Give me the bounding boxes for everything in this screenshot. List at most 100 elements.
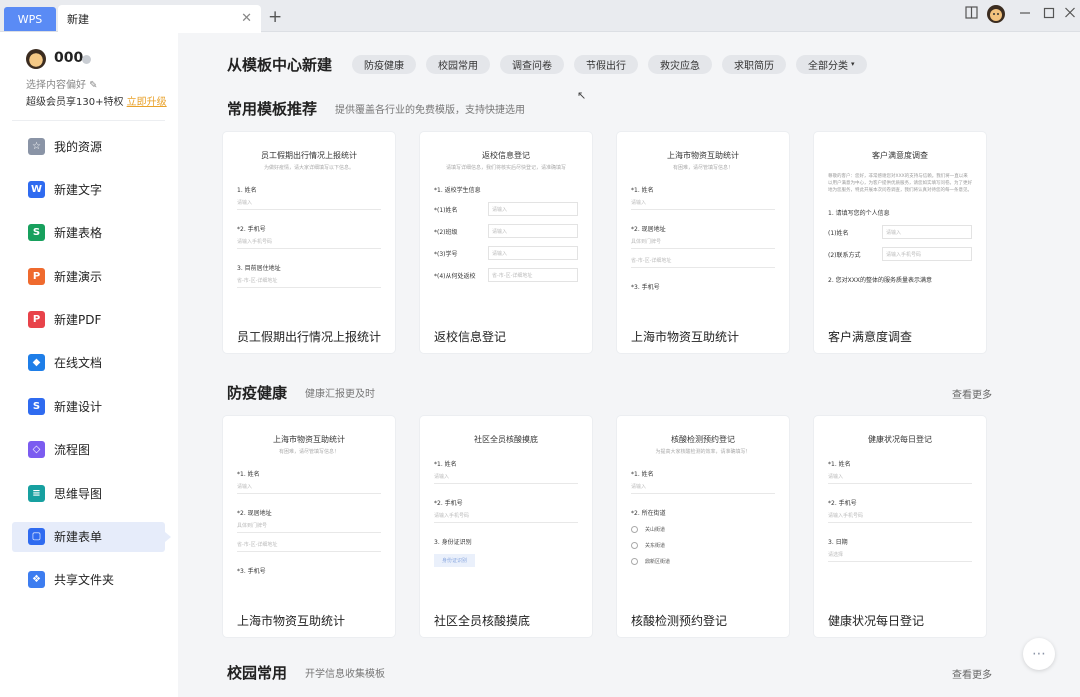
category-chip-label: 节假出行 bbox=[586, 60, 627, 72]
preview-question: *3. 手机号 bbox=[237, 568, 266, 575]
preview-upload-button: 身份证识别 bbox=[434, 554, 476, 567]
preview-question: *2. 现居地址 bbox=[237, 510, 272, 517]
online-doc-icon: ◆ bbox=[28, 354, 45, 372]
sidebar-item-label: 新建演示 bbox=[54, 269, 103, 284]
chat-support-button[interactable]: ⋯ bbox=[1023, 638, 1055, 670]
preview-title: 健康状况每日登记 bbox=[868, 435, 932, 444]
shared-folder-icon: ❖ bbox=[28, 571, 45, 589]
username: 000 bbox=[54, 50, 84, 66]
sidebar-item-shared-folder[interactable]: ❖ 共享文件夹 bbox=[12, 565, 165, 595]
sidebar-item-spreadsheet[interactable]: S 新建表格 bbox=[12, 218, 165, 248]
preview-text: 鼎新区街道 bbox=[645, 559, 671, 565]
preview-title: 上海市物资互助统计 bbox=[273, 435, 345, 444]
template-card[interactable]: 社区全员核酸摸底 *1. 姓名 请输入 *2. 手机号 请输入手机号码 3. 身份证识别… bbox=[420, 416, 592, 637]
category-chip[interactable]: 节假出行 bbox=[574, 54, 639, 74]
preview-question: *1. 姓名 bbox=[237, 471, 260, 478]
template-card[interactable]: 上海市物资互助统计 有困难，请尽管填写信息！ *1. 姓名 请输入 *2. 现居地址… bbox=[617, 132, 789, 353]
preview-text: (2)联系方式 bbox=[828, 251, 861, 259]
preview-question: 1. 姓名 bbox=[237, 187, 257, 194]
preview-input: 请输入 bbox=[488, 224, 578, 238]
minimize-icon[interactable] bbox=[1019, 6, 1031, 23]
sidebar-item-presentation[interactable]: P 新建演示 bbox=[12, 261, 165, 291]
user-avatar-icon[interactable] bbox=[987, 5, 1005, 27]
preview-title: 社区全员核酸摸底 bbox=[474, 435, 538, 444]
category-chip[interactable]: 调查问卷 bbox=[500, 54, 565, 74]
sidebar: 000 选择内容偏好 ✎ 超级会员享130+特权 立即升级 ☆ 我的资源 W 新建文字… bbox=[0, 32, 178, 697]
preview-question: *2. 现居地址 bbox=[631, 226, 666, 233]
close-icon[interactable]: ✕ bbox=[241, 11, 252, 26]
sidebar-item-writer[interactable]: W 新建文字 bbox=[12, 174, 165, 204]
category-chip[interactable]: 求职简历 bbox=[722, 54, 787, 74]
preview-question: *2. 手机号 bbox=[237, 226, 266, 233]
preview-question: 2. 您对XXX的整体的服务质量表示满意 bbox=[828, 277, 932, 284]
category-chip-label: 求职简历 bbox=[734, 60, 775, 72]
window-close-icon[interactable] bbox=[1064, 6, 1076, 23]
preview-input: 具体到门牌号 bbox=[237, 522, 381, 533]
sidebar-item-online-doc[interactable]: ◆ 在线文档 bbox=[12, 348, 165, 378]
category-chip[interactable]: 救灾应急 bbox=[648, 54, 713, 74]
preview-input: 省-市-区-详细地址 bbox=[237, 541, 381, 552]
section-header: 校园常用 开学信息收集模板 bbox=[227, 660, 1047, 684]
pdf-icon: P bbox=[28, 311, 45, 329]
preview-description: 有困难，请尽管填写信息！ bbox=[278, 449, 339, 455]
template-card[interactable]: 上海市物资互助统计 有困难，请尽管填写信息！ *1. 姓名 请输入 *2. 现居地址… bbox=[223, 416, 395, 637]
preview-input: 请输入 bbox=[631, 483, 775, 494]
preview-question: *1. 姓名 bbox=[631, 187, 654, 194]
category-chip-label: 调查问卷 bbox=[512, 60, 553, 72]
section-subtitle: 健康汇报更及时 bbox=[305, 388, 376, 400]
sidebar-item-mindmap[interactable]: ≡ 思维导图 bbox=[12, 478, 165, 508]
preview-input: 请输入 bbox=[828, 473, 972, 484]
template-preview: 客户满意度调查 尊敬的客户：您好，非常感谢您对XXX的支持与信赖。我们将一直以来… bbox=[814, 132, 986, 315]
spreadsheet-icon: S bbox=[28, 224, 45, 242]
preview-question: *1. 姓名 bbox=[631, 471, 654, 478]
category-chips: 防疫健康 校园常用 调查问卷 节假出行 救灾应急 求职简历 全部分类 ▾ bbox=[352, 54, 877, 74]
template-card[interactable]: 返校信息登记 请填写详细信息，我们将核实后尽快登记，请准确填写 *1. 返校学生… bbox=[420, 132, 592, 353]
template-preview: 上海市物资互助统计 有困难，请尽管填写信息！ *1. 姓名 请输入 *2. 现居地址… bbox=[223, 416, 395, 599]
category-chip[interactable]: 防疫健康 bbox=[352, 54, 417, 74]
preview-title: 核酸检测预约登记 bbox=[671, 435, 735, 444]
sidebar-item-pdf[interactable]: P 新建PDF bbox=[12, 305, 165, 335]
category-chip-label: 防疫健康 bbox=[364, 60, 405, 72]
section-header: 防疫健康 健康汇报更及时 bbox=[227, 380, 1047, 404]
view-more-link[interactable]: 查看更多 bbox=[952, 666, 992, 681]
maximize-icon[interactable] bbox=[1043, 6, 1055, 23]
sidebar-item-flowchart[interactable]: ◇ 流程图 bbox=[12, 435, 165, 465]
template-preview: 上海市物资互助统计 有困难，请尽管填写信息！ *1. 姓名 请输入 *2. 现居地址… bbox=[617, 132, 789, 315]
layout-icon[interactable] bbox=[965, 6, 978, 23]
preview-input: 省-市-区-详细地址 bbox=[631, 257, 775, 268]
template-title: 上海市物资互助统计 bbox=[631, 330, 740, 344]
category-chip-label: 救灾应急 bbox=[660, 60, 701, 72]
preview-input: 请输入 bbox=[882, 225, 972, 239]
preview-description: 请填写详细信息，我们将核实后尽快登记，请准确填写 bbox=[445, 165, 566, 171]
sidebar-item-label: 流程图 bbox=[54, 443, 91, 458]
preview-radio: 关山街道 bbox=[631, 526, 775, 533]
add-tab-icon[interactable]: + bbox=[268, 8, 282, 26]
preview-question: *2. 手机号 bbox=[434, 500, 463, 507]
preview-input: 请输入 bbox=[237, 199, 381, 210]
category-chip[interactable]: 全部分类 ▾ bbox=[796, 54, 867, 74]
design-icon: S bbox=[28, 397, 45, 415]
preview-question: 3. 日期 bbox=[828, 539, 848, 546]
template-card[interactable]: 员工假期出行情况上报统计 为做好疫情，请大家详细填写以下信息。 1. 姓名 请输入… bbox=[223, 132, 395, 353]
sidebar-item-label: 新建设计 bbox=[54, 399, 103, 414]
avatar[interactable] bbox=[26, 49, 46, 69]
member-badge-icon bbox=[82, 55, 91, 64]
sidebar-item-design[interactable]: S 新建设计 bbox=[12, 391, 165, 421]
wps-home-tab[interactable]: WPS bbox=[4, 7, 56, 31]
preview-row: *(1)姓名 请输入 bbox=[434, 202, 578, 216]
view-more-link[interactable]: 查看更多 bbox=[952, 386, 992, 401]
sidebar-item-form[interactable]: ▢ 新建表单 bbox=[12, 521, 171, 552]
template-card[interactable]: 健康状况每日登记 *1. 姓名 请输入 *2. 手机号 请输入手机号码 3. 日期 请选择… bbox=[814, 416, 986, 637]
preview-text: *(3)学号 bbox=[434, 250, 458, 258]
upgrade-link[interactable]: 立即升级 bbox=[127, 97, 167, 108]
tab-new[interactable]: 新建 ✕ bbox=[58, 5, 261, 33]
sidebar-item-label: 新建PDF bbox=[54, 313, 102, 328]
preview-row: (2)联系方式 请输入手机号码 bbox=[828, 247, 972, 261]
category-chip[interactable]: 校园常用 bbox=[426, 54, 491, 74]
template-card[interactable]: 客户满意度调查 尊敬的客户：您好，非常感谢您对XXX的支持与信赖。我们将一直以来… bbox=[814, 132, 986, 353]
preview-question: *2. 手机号 bbox=[828, 500, 857, 507]
content-preference-link[interactable]: 选择内容偏好 ✎ bbox=[26, 76, 98, 91]
template-card[interactable]: 核酸检测预约登记 为提高大家核酸检测的效率，请准确填写！ *1. 姓名 请输入 *2… bbox=[617, 416, 789, 637]
section-title: 校园常用 bbox=[227, 663, 288, 682]
sidebar-item-resources[interactable]: ☆ 我的资源 bbox=[12, 131, 165, 161]
